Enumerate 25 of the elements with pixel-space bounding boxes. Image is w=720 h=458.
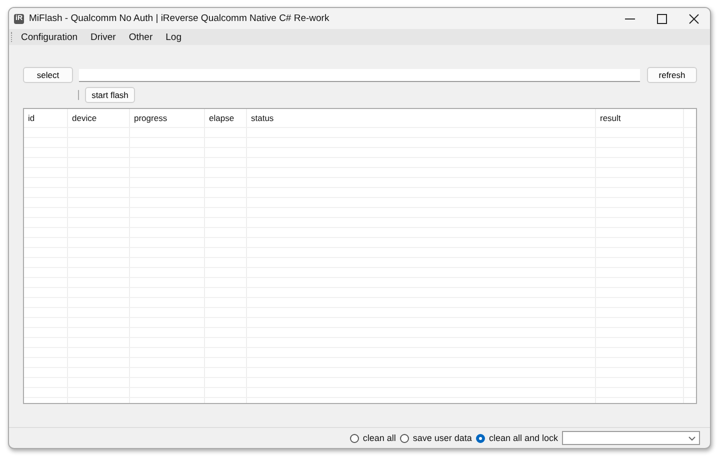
menu-item[interactable]: Configuration <box>21 32 78 42</box>
option-label: save user data <box>412 433 472 443</box>
menu-item[interactable]: Other <box>128 32 153 42</box>
dropdown[interactable] <box>562 431 700 445</box>
menu-item[interactable]: Driver <box>90 32 116 42</box>
option-label: clean all and lock <box>488 433 558 443</box>
select-button[interactable]: select <box>23 67 73 83</box>
column-header[interactable]: status <box>247 109 596 127</box>
menu-item[interactable]: Log <box>166 32 182 42</box>
column-header[interactable]: id <box>24 109 68 127</box>
path-field[interactable] <box>79 68 640 82</box>
column-header[interactable]: result <box>596 109 684 127</box>
column-header[interactable]: device <box>68 109 130 127</box>
radio-button[interactable] <box>350 434 359 442</box>
start-flash-button[interactable]: start flash <box>85 87 135 103</box>
radio-button[interactable] <box>400 434 409 442</box>
column-header[interactable]: progress <box>130 109 205 127</box>
refresh-button[interactable]: refresh <box>647 67 697 83</box>
chevron-down-icon <box>688 436 696 440</box>
maximize-icon[interactable] <box>656 12 668 24</box>
window-title: MiFlash - Qualcomm No Auth | iReverse Qualcomm Native C# Re-work <box>29 13 330 24</box>
option-label: clean all <box>362 433 396 443</box>
column-header[interactable]: elapse <box>205 109 247 127</box>
close-icon[interactable] <box>688 12 700 24</box>
radio-button[interactable] <box>476 434 485 442</box>
